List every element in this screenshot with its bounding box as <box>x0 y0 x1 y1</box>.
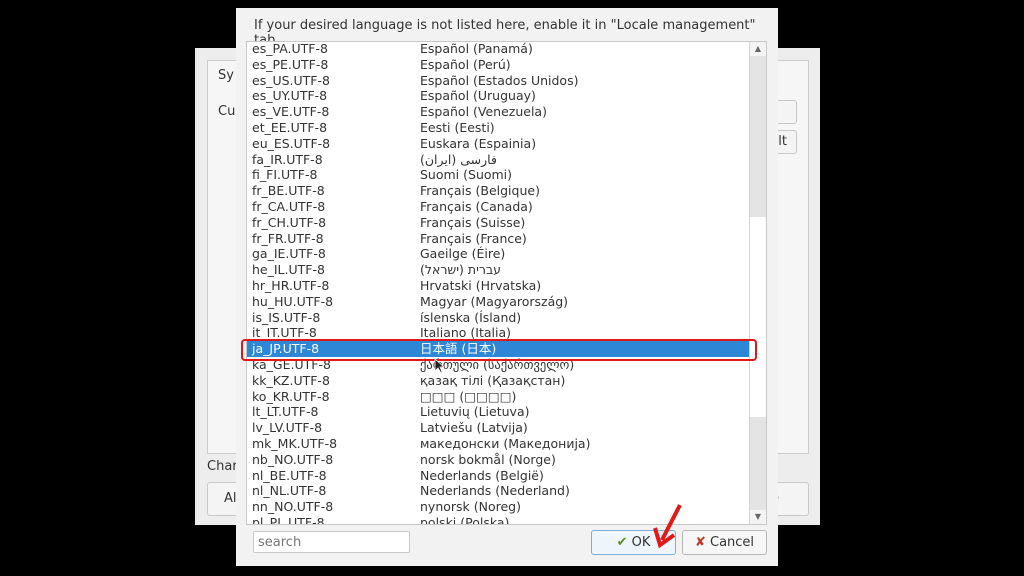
locale-row[interactable]: et_EE.UTF-8 Eesti (Eesti) <box>247 120 749 136</box>
locale-code: et_EE.UTF-8 <box>252 119 328 135</box>
locale-code: es_UY.UTF-8 <box>252 88 328 104</box>
locale-code: hr_HR.UTF-8 <box>252 277 330 293</box>
locale-row[interactable]: lt_LT.UTF-8 Lietuvių (Lietuva) <box>247 404 749 420</box>
locale-name: íslenska (Ísland) <box>420 309 522 325</box>
locale-code: fa_IR.UTF-8 <box>252 151 323 167</box>
locale-name: қазақ тілі (Қазақстан) <box>420 372 566 388</box>
locale-name: norsk bokmål (Norge) <box>420 451 556 467</box>
locale-code: he_IL.UTF-8 <box>252 262 325 278</box>
selection-highlight-annotation <box>241 339 757 361</box>
locale-code: nb_NO.UTF-8 <box>252 451 334 467</box>
locale-row[interactable]: nl_BE.UTF-8 Nederlands (België) <box>247 468 749 484</box>
locale-row[interactable]: hr_HR.UTF-8 Hrvatski (Hrvatska) <box>247 278 749 294</box>
locale-code: fi_FI.UTF-8 <box>252 167 318 183</box>
locale-row[interactable]: es_PE.UTF-8 Español (Perú) <box>247 57 749 73</box>
locale-list[interactable]: es_PA.UTF-8 Español (Panamá) es_PE.UTF-8 Es… <box>246 41 767 525</box>
locale-row[interactable]: es_UY.UTF-8 Español (Uruguay) <box>247 88 749 104</box>
locale-row[interactable]: fa_IR.UTF-8 فارسی (ایران) <box>247 152 749 168</box>
locale-name: Français (Belgique) <box>420 183 540 199</box>
locale-dialog: If your desired language is not listed h… <box>236 8 778 566</box>
locale-code: es_PA.UTF-8 <box>252 41 328 56</box>
locale-code: nl_BE.UTF-8 <box>252 467 327 483</box>
scrollbar[interactable]: ▲ ▼ <box>749 42 766 524</box>
locale-row[interactable]: mk_MK.UTF-8 македонски (Македонија) <box>247 436 749 452</box>
locale-name: فارسی (ایران) <box>420 151 497 167</box>
locale-code: fr_CA.UTF-8 <box>252 198 326 214</box>
locale-code: lv_LV.UTF-8 <box>252 420 323 436</box>
ok-check-icon: ✔ <box>616 535 628 550</box>
locale-name: Español (Perú) <box>420 56 511 72</box>
locale-code: kk_KZ.UTF-8 <box>252 372 330 388</box>
locale-name: Français (France) <box>420 230 527 246</box>
locale-rows: es_PA.UTF-8 Español (Panamá) es_PE.UTF-8 Es… <box>247 41 749 525</box>
background-charset-label: Char <box>207 459 238 474</box>
locale-name: Suomi (Suomi) <box>420 167 513 183</box>
locale-code: pl_PL.UTF-8 <box>252 514 325 525</box>
locale-code: lt_LT.UTF-8 <box>252 404 319 420</box>
locale-code: mk_MK.UTF-8 <box>252 435 338 451</box>
locale-row[interactable]: he_IL.UTF-8 עברית (ישראל) <box>247 262 749 278</box>
locale-name: Magyar (Magyarország) <box>420 293 569 309</box>
locale-row[interactable]: es_VE.UTF-8 Español (Venezuela) <box>247 104 749 120</box>
locale-row[interactable]: fr_BE.UTF-8 Français (Belgique) <box>247 183 749 199</box>
locale-row[interactable]: es_PA.UTF-8 Español (Panamá) <box>247 41 749 57</box>
locale-name: Euskara (Espainia) <box>420 135 537 151</box>
locale-name: Hrvatski (Hrvatska) <box>420 277 542 293</box>
background-label: Cu <box>218 104 236 119</box>
locale-name: □□□ (□□□□) <box>420 388 517 404</box>
locale-row[interactable]: ko_KR.UTF-8 □□□ (□□□□) <box>247 389 749 405</box>
locale-code: es_VE.UTF-8 <box>252 104 330 120</box>
cancel-x-icon: ✘ <box>694 535 706 550</box>
locale-name: Eesti (Eesti) <box>420 119 495 135</box>
background-tab-label[interactable]: Sy <box>218 68 234 83</box>
locale-row[interactable]: nb_NO.UTF-8 norsk bokmål (Norge) <box>247 452 749 468</box>
locale-name: Español (Panamá) <box>420 41 533 56</box>
locale-code: nn_NO.UTF-8 <box>252 499 334 515</box>
cancel-button[interactable]: ✘ Cancel <box>682 530 767 555</box>
locale-code: ko_KR.UTF-8 <box>252 388 330 404</box>
locale-name: Français (Canada) <box>420 198 533 214</box>
locale-code: eu_ES.UTF-8 <box>252 135 331 151</box>
locale-row[interactable]: es_US.UTF-8 Español (Estados Unidos) <box>247 73 749 89</box>
locale-name: Nederlands (België) <box>420 467 544 483</box>
locale-row[interactable]: fr_CA.UTF-8 Français (Canada) <box>247 199 749 215</box>
locale-name: Español (Uruguay) <box>420 88 536 104</box>
locale-row[interactable]: hu_HU.UTF-8 Magyar (Magyarország) <box>247 294 749 310</box>
scroll-down-arrow-icon[interactable]: ▼ <box>750 510 766 524</box>
locale-row[interactable]: eu_ES.UTF-8 Euskara (Espainia) <box>247 136 749 152</box>
locale-row[interactable]: ga_IE.UTF-8 Gaeilge (Éire) <box>247 246 749 262</box>
locale-code: fr_CH.UTF-8 <box>252 214 327 230</box>
locale-code: is_IS.UTF-8 <box>252 309 321 325</box>
locale-row[interactable]: fr_FR.UTF-8 Français (France) <box>247 231 749 247</box>
locale-name: Gaeilge (Éire) <box>420 246 506 262</box>
locale-row[interactable]: fr_CH.UTF-8 Français (Suisse) <box>247 215 749 231</box>
locale-row[interactable]: kk_KZ.UTF-8 қазақ тілі (Қазақстан) <box>247 373 749 389</box>
locale-code: fr_BE.UTF-8 <box>252 183 325 199</box>
locale-row[interactable]: fi_FI.UTF-8 Suomi (Suomi) <box>247 167 749 183</box>
locale-name: polski (Polska) <box>420 514 510 525</box>
locale-code: nl_NL.UTF-8 <box>252 483 327 499</box>
scrollbar-thumb[interactable] <box>750 217 766 417</box>
locale-name: Español (Estados Unidos) <box>420 72 579 88</box>
locale-name: македонски (Македонија) <box>420 435 591 451</box>
locale-name: Français (Suisse) <box>420 214 526 230</box>
locale-name: Nederlands (Nederland) <box>420 483 570 499</box>
locale-code: fr_FR.UTF-8 <box>252 230 324 246</box>
mouse-cursor-icon <box>434 358 444 374</box>
locale-name: עברית (ישראל) <box>420 262 502 278</box>
locale-row[interactable]: is_IS.UTF-8 íslenska (Ísland) <box>247 310 749 326</box>
red-arrow-annotation-icon <box>653 504 682 549</box>
scroll-up-arrow-icon[interactable]: ▲ <box>750 42 766 56</box>
locale-name: nynorsk (Noreg) <box>420 499 521 515</box>
locale-name: Español (Venezuela) <box>420 104 547 120</box>
locale-row[interactable]: nl_NL.UTF-8 Nederlands (Nederland) <box>247 483 749 499</box>
locale-code: ga_IE.UTF-8 <box>252 246 326 262</box>
locale-code: es_US.UTF-8 <box>252 72 330 88</box>
locale-name: Lietuvių (Lietuva) <box>420 404 530 420</box>
locale-name: Latviešu (Latvija) <box>420 420 528 436</box>
locale-code: hu_HU.UTF-8 <box>252 293 334 309</box>
locale-code: es_PE.UTF-8 <box>252 56 329 72</box>
locale-row[interactable]: lv_LV.UTF-8 Latviešu (Latvija) <box>247 420 749 436</box>
search-input[interactable] <box>253 531 410 553</box>
